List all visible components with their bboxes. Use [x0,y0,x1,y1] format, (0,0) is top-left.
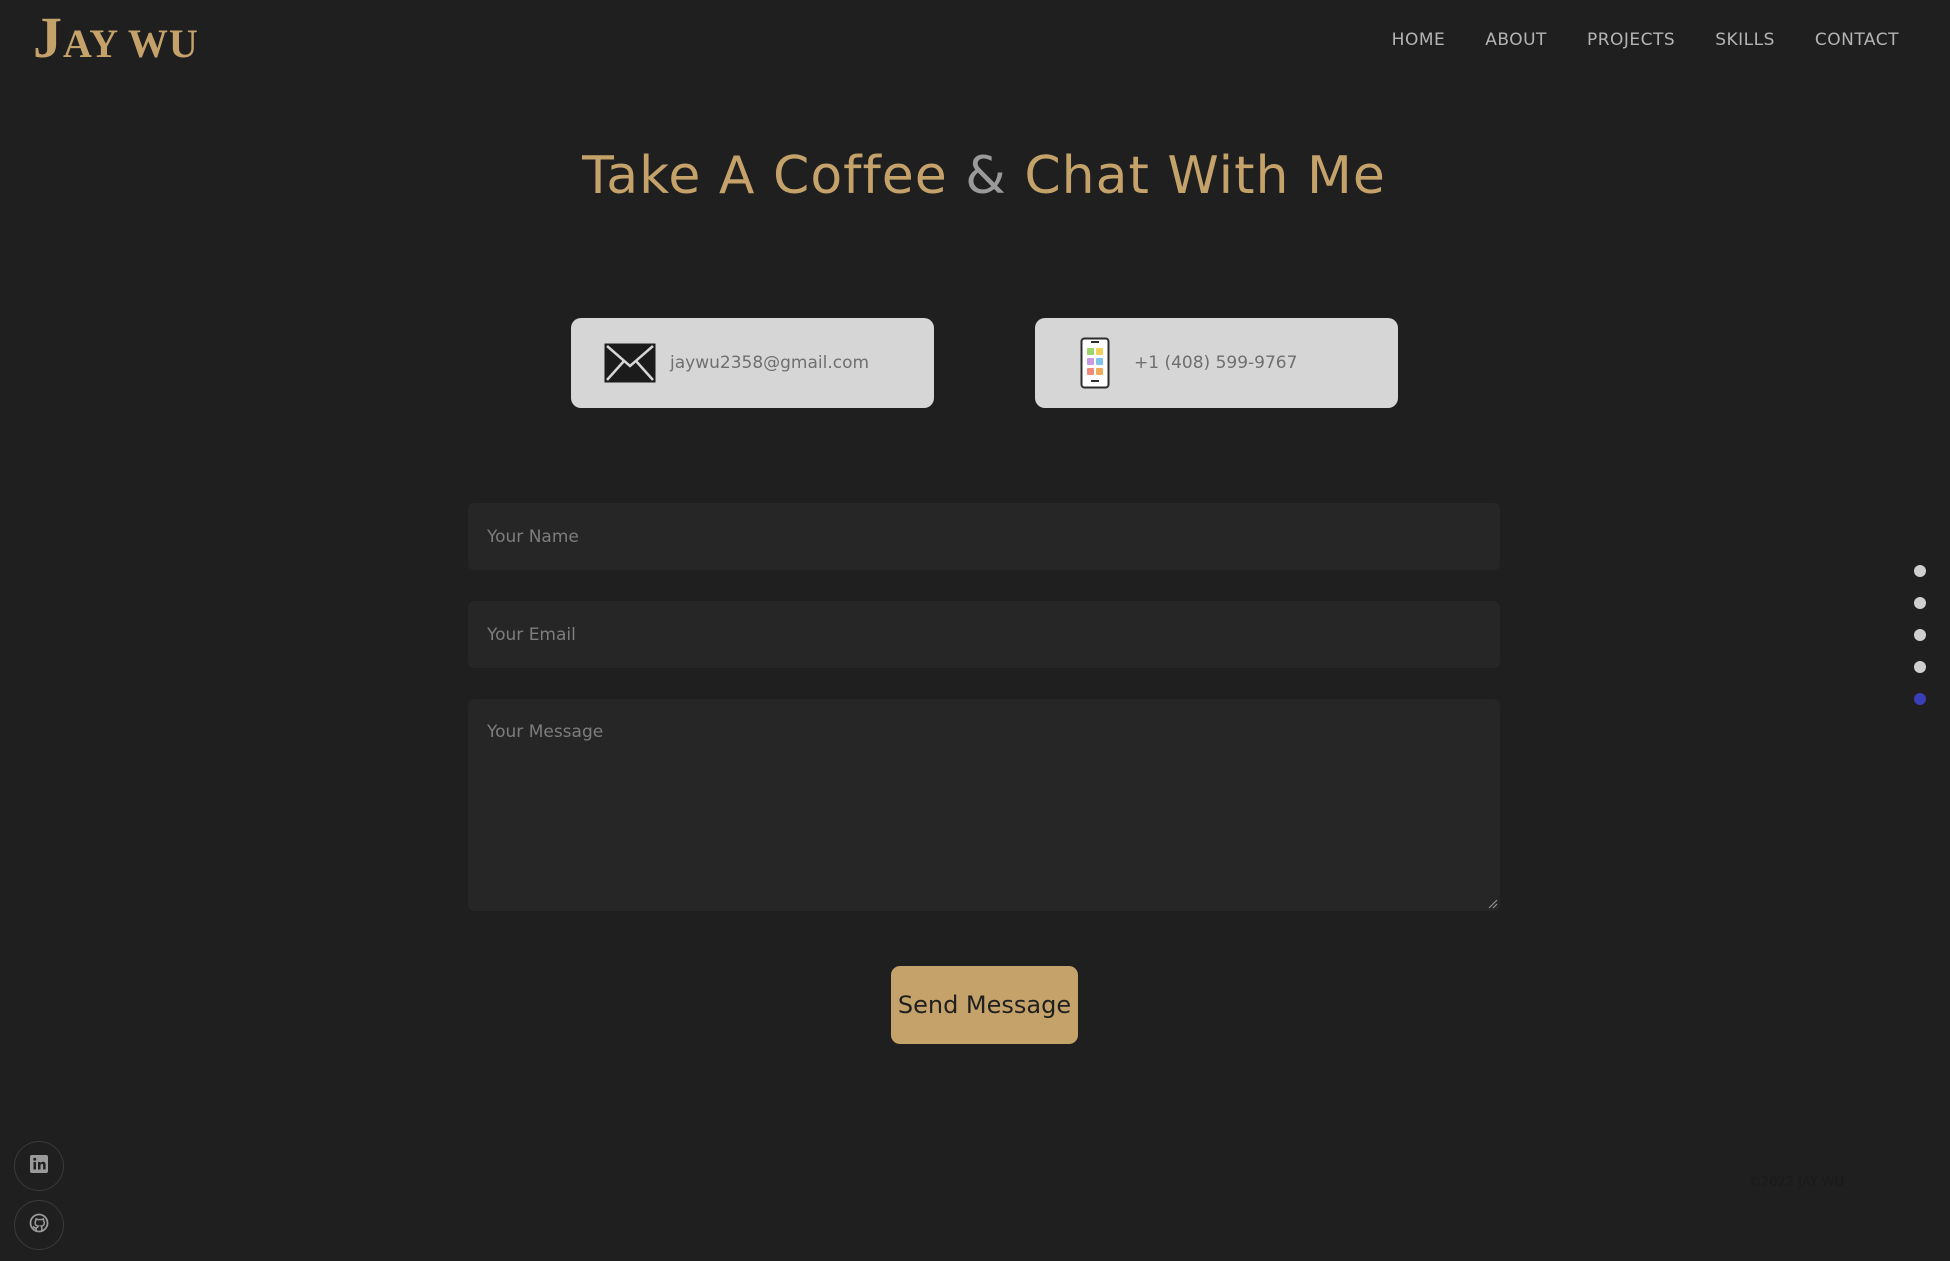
page-title: Take A Coffee & Chat With Me [0,146,1950,206]
email-address: jaywu2358@gmail.com [670,353,870,373]
send-message-button[interactable]: Send Message [891,966,1078,1044]
logo-text: AY WU [63,21,199,66]
site-logo[interactable]: JAY WU [33,4,199,71]
section-dot[interactable] [1914,565,1926,577]
message-textarea[interactable]: Your Message [468,699,1500,911]
section-dot[interactable] [1914,629,1926,641]
page: JAY WU HOME ABOUT PROJECTS SKILLS CONTAC… [0,0,1950,1261]
logo-initial: J [33,5,63,70]
phone-card[interactable]: +1 (408) 599-9767 [1035,318,1398,408]
name-input[interactable]: Your Name [468,503,1500,570]
title-ampersand: & [965,146,1007,206]
email-placeholder: Your Email [487,624,576,645]
section-dot-active[interactable] [1914,693,1926,705]
nav-home[interactable]: HOME [1392,30,1446,50]
nav-contact[interactable]: CONTACT [1815,30,1899,50]
nav-skills[interactable]: SKILLS [1715,30,1775,50]
envelope-icon [604,343,656,383]
section-dot[interactable] [1914,597,1926,609]
name-placeholder: Your Name [487,526,579,547]
section-dot[interactable] [1914,661,1926,673]
linkedin-icon [29,1154,49,1178]
title-part1: Take A Coffee [582,146,948,206]
message-placeholder: Your Message [487,722,604,742]
section-dots [1914,565,1926,705]
title-part2: Chat With Me [1024,146,1386,206]
github-icon [29,1213,49,1237]
main-nav: HOME ABOUT PROJECTS SKILLS CONTACT [1392,30,1899,50]
email-input[interactable]: Your Email [468,601,1500,668]
phone-number: +1 (408) 599-9767 [1134,353,1298,373]
nav-projects[interactable]: PROJECTS [1587,30,1675,50]
smartphone-icon [1078,337,1112,389]
resize-handle-icon[interactable] [1488,899,1498,909]
email-card[interactable]: jaywu2358@gmail.com [571,318,934,408]
copyright-text: ©2022 JAY WU [1748,1175,1845,1190]
linkedin-link[interactable] [14,1141,64,1191]
nav-about[interactable]: ABOUT [1485,30,1547,50]
github-link[interactable] [14,1200,64,1250]
